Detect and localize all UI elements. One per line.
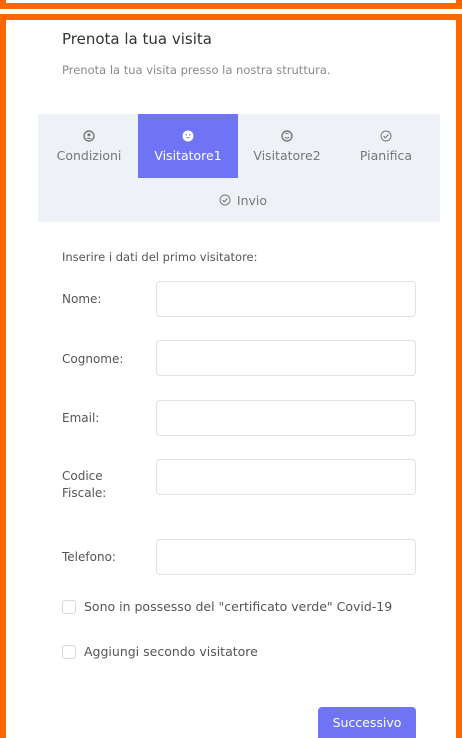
label-codice-fiscale: Codice Fiscale: (62, 468, 106, 502)
second-visitor-checkbox[interactable] (62, 644, 76, 659)
step-visitatore2[interactable]: Visitatore2 (244, 114, 330, 178)
step-visitatore1[interactable]: Visitatore1 (138, 114, 238, 178)
step-label: Condizioni (56, 147, 122, 163)
next-button[interactable]: Successivo (318, 707, 416, 738)
label-nome: Nome: (62, 292, 102, 306)
top-frame-border (0, 0, 462, 9)
label-line: Fiscale: (62, 486, 107, 500)
wizard-steps: Condizioni Visitatore1 Visitatore2 Piani… (38, 114, 440, 222)
telefono-input[interactable] (156, 539, 416, 575)
top-frame-strip (0, 0, 462, 12)
second-visitor-checkbox-row[interactable]: Aggiungi secondo visitatore (62, 644, 258, 659)
label-line: Codice (62, 469, 103, 483)
step-label: Pianifica (359, 147, 413, 163)
codice-fiscale-input[interactable] (156, 459, 416, 495)
check-circle-icon (219, 194, 231, 206)
step-pianifica[interactable]: Pianifica (343, 114, 429, 178)
step-condizioni[interactable]: Condizioni (46, 114, 132, 178)
booking-card: Prenota la tua visita Prenota la tua vis… (38, 28, 440, 738)
checkbox-label: Aggiungi secondo visitatore (84, 644, 258, 659)
smile-face-icon (182, 130, 195, 143)
step-label: Visitatore2 (253, 147, 321, 163)
step-label: Visitatore1 (154, 147, 222, 163)
checkbox-label: Sono in possesso del "certificato verde"… (84, 599, 393, 614)
step-label: Invio (236, 192, 268, 208)
form-intro: Inserire i dati del primo visitatore: (62, 250, 258, 264)
user-circle-icon (83, 130, 96, 143)
page-title: Prenota la tua visita (62, 30, 212, 48)
page-subtitle: Prenota la tua visita presso la nostra s… (62, 63, 331, 77)
check-circle-icon (380, 130, 393, 143)
email-input[interactable] (156, 400, 416, 436)
green-pass-checkbox-row[interactable]: Sono in possesso del "certificato verde"… (62, 599, 392, 614)
green-pass-checkbox[interactable] (62, 599, 76, 614)
nome-input[interactable] (156, 281, 416, 317)
step-invio[interactable]: Invio (188, 186, 298, 214)
label-telefono: Telefono: (62, 550, 116, 564)
label-cognome: Cognome: (62, 352, 124, 366)
label-email: Email: (62, 411, 100, 425)
cognome-input[interactable] (156, 340, 416, 376)
smile-face-icon (281, 130, 294, 143)
